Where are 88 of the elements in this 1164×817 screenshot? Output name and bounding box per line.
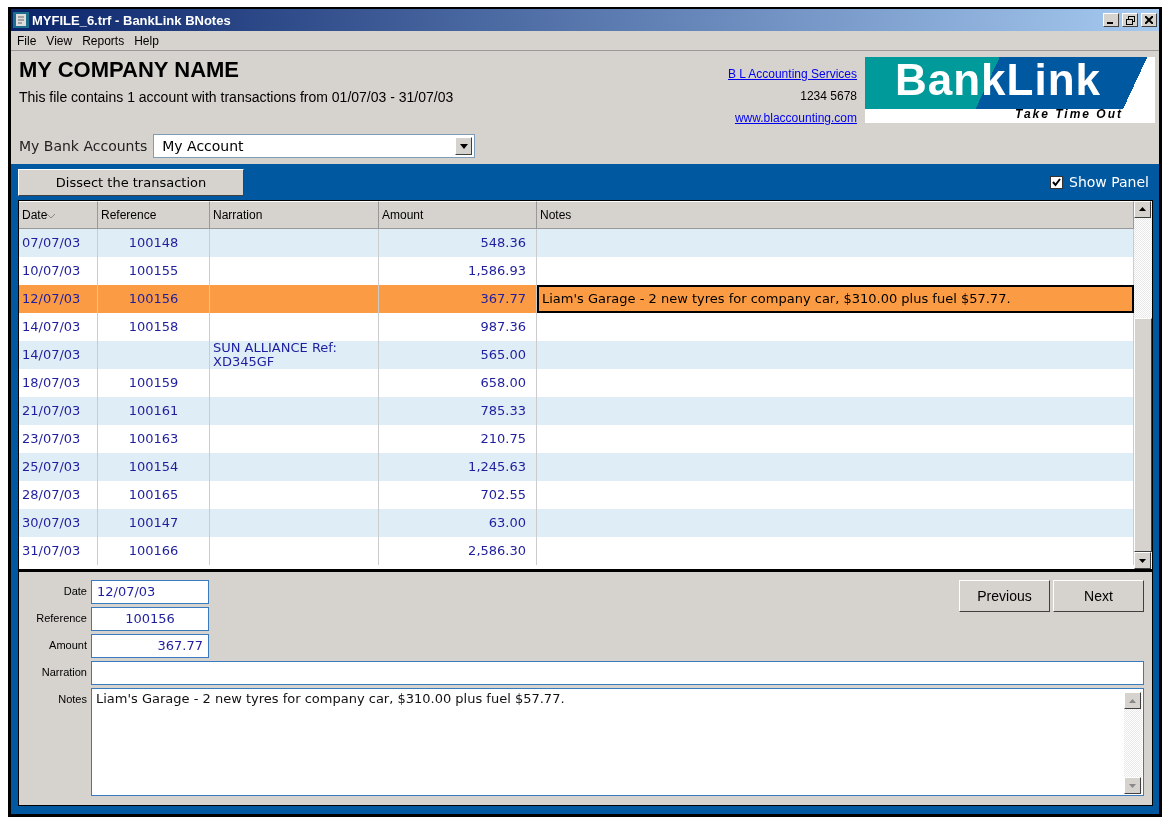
table-cell: 100155	[128, 264, 179, 278]
phone-number: 1234 5678	[800, 89, 857, 103]
checkbox-label: Show Panel	[1069, 174, 1149, 190]
table-cell-text: SUN ALLIANCE Ref: XD345GF	[213, 341, 338, 369]
table-cell: 100159	[128, 376, 179, 390]
table-cell: 100147	[128, 516, 179, 530]
table-cell: 100156	[128, 292, 179, 306]
field-label: Notes	[57, 692, 87, 705]
column-header[interactable]: Narration	[210, 201, 379, 229]
table-row[interactable]: 30/07/03 100147 63.00	[19, 509, 1134, 537]
table-cell: 21/07/03	[22, 404, 81, 418]
table-cell: 658.00	[480, 376, 526, 390]
table-cell: 30/07/03	[22, 516, 81, 530]
table-cell: 18/07/03	[22, 376, 81, 390]
table-cell: 31/07/03	[22, 544, 81, 558]
dissect-button[interactable]: Dissect the transaction	[18, 168, 244, 196]
menu-item[interactable]: Reports	[82, 33, 125, 48]
table-cell: 210.75	[480, 432, 526, 446]
table-cell: 1,245.63	[468, 460, 526, 474]
table-cell: 100158	[128, 320, 179, 334]
scroll-down-icon	[1129, 783, 1136, 788]
field-label: Reference	[35, 611, 87, 624]
table-cell: 10/07/03	[22, 264, 81, 278]
field-label: Narration	[40, 665, 87, 678]
field-label: Amount	[48, 638, 87, 651]
table-cell: 14/07/03	[22, 348, 81, 362]
table-cell: 14/07/03	[22, 320, 81, 334]
close-button[interactable]	[1141, 13, 1157, 27]
logo-tagline: Take Time Out	[1015, 107, 1124, 121]
table-cell: 100154	[128, 460, 179, 474]
table-cell: 25/07/03	[22, 460, 81, 474]
dropdown-arrow-icon	[459, 143, 468, 149]
restore-button[interactable]	[1122, 13, 1138, 27]
table-cell: 100161	[128, 404, 179, 418]
company-name: MY COMPANY NAME	[19, 57, 241, 83]
notes-field[interactable]: Liam's Garage - 2 new tyres for company car, $310.00 plus fuel $57.77.	[91, 688, 1144, 796]
input-field[interactable]: 367.77	[91, 634, 209, 658]
column-header[interactable]: Notes	[537, 201, 1134, 229]
table-cell: 565.00	[480, 348, 526, 362]
table-row[interactable]: 07/07/03 100148 548.36	[19, 229, 1134, 257]
checkbox[interactable]	[1050, 175, 1063, 189]
website-link[interactable]: www.blaccounting.com	[734, 111, 857, 125]
minimize-button[interactable]	[1103, 13, 1119, 27]
table-cell: 2,586.30	[468, 544, 526, 558]
scrollbar[interactable]	[1134, 201, 1152, 569]
input-field[interactable]: 100156	[91, 607, 209, 631]
document-icon	[13, 12, 29, 28]
table-row[interactable]: 21/07/03 100161 785.33	[19, 397, 1134, 425]
table-cell: 1,586.93	[468, 264, 526, 278]
menu-item[interactable]: View	[46, 33, 73, 48]
table-cell: 23/07/03	[22, 432, 81, 446]
logo-text: BankLink	[895, 55, 1102, 105]
account-dropdown[interactable]: My Account	[153, 134, 476, 158]
close-icon	[1145, 16, 1153, 24]
sort-icon	[47, 214, 56, 219]
column-header[interactable]: Amount	[379, 201, 537, 229]
table-cell: 987.36	[480, 320, 526, 334]
table-cell: 28/07/03	[22, 488, 81, 502]
previous-button[interactable]: Previous	[959, 580, 1050, 612]
window-title: MYFILE_6.trf - BankLink BNotes	[32, 12, 232, 28]
table-cell: 100166	[128, 544, 179, 558]
table-cell: 785.33	[480, 404, 526, 418]
scroll-up-icon	[1129, 698, 1136, 703]
next-button[interactable]: Next	[1053, 580, 1144, 612]
table-row[interactable]: 14/07/03 SUN ALLIANCE Ref: XD345GF 565.00	[19, 341, 1134, 369]
menu-item[interactable]: Help	[134, 33, 159, 48]
field-label: Date	[62, 584, 87, 597]
table-cell: 100163	[128, 432, 179, 446]
checkmark-icon	[1052, 177, 1061, 187]
table-row[interactable]: 12/07/03 100156 367.77 Liam's Garage - 2 new tyres for company car, $310.00 plus fuel $57.77.	[19, 285, 1134, 313]
table-cell: 100165	[128, 488, 179, 502]
file-summary: This file contains 1 account with transactions from 01/07/03 - 31/07/03	[19, 89, 455, 105]
table-cell: 63.00	[488, 516, 526, 530]
table-row[interactable]: 25/07/03 100154 1,245.63	[19, 453, 1134, 481]
restore-icon	[1125, 15, 1135, 25]
table-cell: 702.55	[480, 488, 526, 502]
menu-item[interactable]: File	[17, 33, 37, 48]
table-cell: 12/07/03	[22, 292, 81, 306]
table-cell: 100148	[128, 236, 179, 250]
table-cell: 367.77	[480, 292, 526, 306]
accountant-link[interactable]: B L Accounting Services	[728, 67, 857, 81]
table-cell: 07/07/03	[22, 236, 81, 250]
field-label: My Bank Accounts	[19, 138, 148, 154]
table-cell: Liam's Garage - 2 new tyres for company car, $310.00 plus fuel $57.77.	[542, 292, 1011, 306]
table-cell: 548.36	[480, 236, 526, 250]
scroll-down-icon	[1139, 558, 1146, 563]
input-field[interactable]: 12/07/03	[91, 580, 209, 604]
scroll-up-icon	[1139, 207, 1146, 212]
